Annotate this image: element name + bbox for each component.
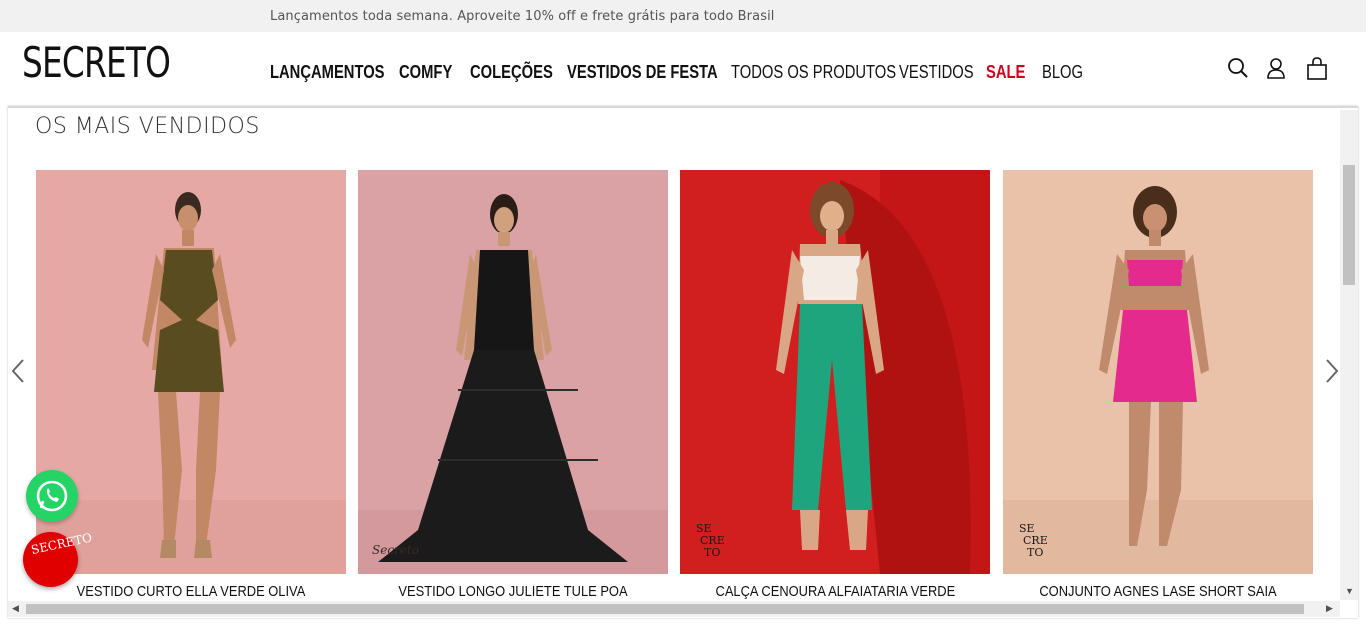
nav-item-blog[interactable]: BLOG — [1042, 62, 1083, 83]
header-icons — [1226, 56, 1336, 84]
svg-text:Secreto: Secreto — [372, 543, 419, 557]
whatsapp-icon — [36, 480, 68, 512]
user-icon[interactable] — [1264, 56, 1288, 82]
svg-text:TO: TO — [1027, 546, 1043, 559]
best-sellers-section: OS MAIS VENDIDOS VESTIDO CURTO ELLA VERD… — [8, 106, 1358, 618]
badge-text: SECRETO — [29, 530, 94, 558]
secreto-badge-button[interactable]: SECRETO — [23, 530, 94, 587]
vertical-scroll-thumb[interactable] — [1343, 165, 1355, 285]
product-card[interactable]: SE CRE TO CONJUNTO AGNES LASE SHORT SAIA… — [1003, 170, 1313, 618]
product-card[interactable]: Secreto VESTIDO LONGO JULIETE TULE POA P… — [358, 170, 668, 618]
announcement-text: Lançamentos toda semana. Aproveite 10% o… — [270, 9, 775, 24]
section-title: OS MAIS VENDIDOS — [35, 114, 260, 139]
nav-item-sale[interactable]: SALE — [986, 62, 1025, 83]
whatsapp-button[interactable] — [26, 470, 78, 522]
logo[interactable]: SECRETO — [22, 38, 171, 87]
nav-item-todos-os-produtos[interactable]: TODOS OS PRODUTOS — [731, 62, 896, 83]
bag-icon[interactable] — [1305, 56, 1329, 82]
product-image[interactable]: SE CRE TO — [1003, 170, 1313, 574]
scroll-down-icon[interactable]: ▼ — [1345, 586, 1354, 596]
product-image[interactable]: Secreto — [358, 170, 668, 574]
product-image[interactable]: SE CRE TO — [680, 170, 990, 574]
search-icon[interactable] — [1226, 56, 1250, 82]
chevron-right-icon — [1326, 359, 1339, 383]
product-card[interactable]: SE CRE TO CALÇA CENOURA ALFAIATARIA VERD… — [680, 170, 990, 610]
nav-item-vestidos[interactable]: VESTIDOS — [899, 62, 974, 83]
nav-item-lancamentos[interactable]: LANÇAMENTOS — [270, 62, 385, 83]
scroll-left-icon[interactable]: ◀ — [12, 603, 19, 614]
horizontal-scrollbar[interactable]: ◀ ▶ — [8, 601, 1340, 617]
nav-item-comfy[interactable]: COMFY — [399, 62, 452, 83]
announcement-bar: Lançamentos toda semana. Aproveite 10% o… — [0, 0, 1366, 32]
site-header: SECRETO LANÇAMENTOS COMFY COLEÇÕES VESTI… — [0, 32, 1366, 106]
product-name[interactable]: VESTIDO CURTO ELLA VERDE OLIVA — [36, 583, 346, 601]
vertical-scrollbar[interactable]: ▼ — [1340, 110, 1358, 600]
nav-item-vestidos-de-festa[interactable]: VESTIDOS DE FESTA — [567, 62, 718, 83]
carousel-prev-button[interactable] — [10, 358, 26, 384]
main-nav: LANÇAMENTOS COMFY COLEÇÕES VESTIDOS DE F… — [270, 62, 1090, 84]
horizontal-scroll-thumb[interactable] — [26, 604, 1304, 614]
svg-text:TO: TO — [704, 546, 720, 559]
nav-item-colecoes[interactable]: COLEÇÕES — [470, 62, 553, 83]
product-name[interactable]: CALÇA CENOURA ALFAIATARIA VERDE — [680, 583, 990, 601]
carousel-next-button[interactable] — [1324, 358, 1340, 384]
chevron-left-icon — [11, 359, 24, 383]
product-image[interactable] — [36, 170, 346, 574]
scroll-right-icon[interactable]: ▶ — [1326, 603, 1333, 614]
